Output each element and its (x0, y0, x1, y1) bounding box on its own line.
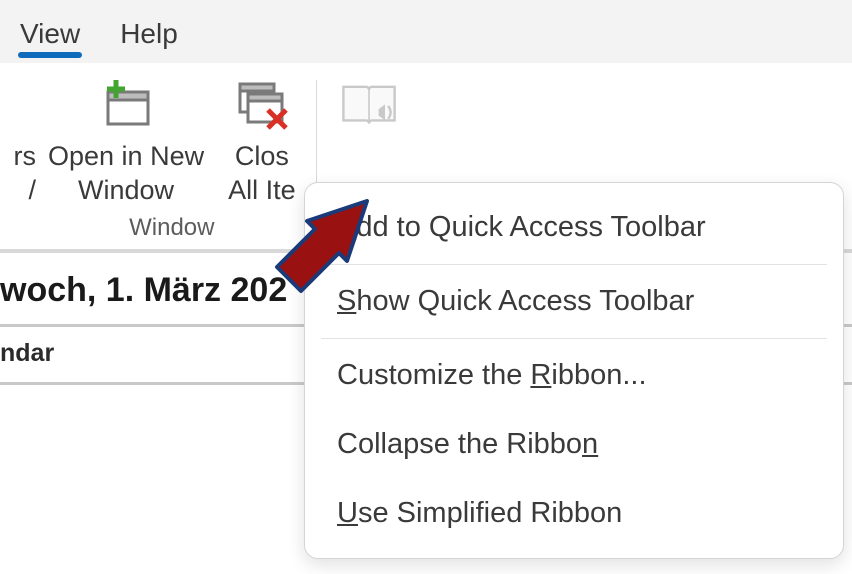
menu-text: how Quick Access Toolbar (356, 285, 694, 317)
menu-add-quick-access[interactable]: Add to Quick Access Toolbar (305, 193, 843, 262)
close-all-items-button[interactable]: Clos All Ite (216, 76, 308, 208)
open-in-new-label-1: Open in New (48, 140, 204, 174)
menu-text-pre: Collapse the Ribbo (337, 428, 582, 460)
ribbon-group-window: Open in New Window Clos All Ite (36, 76, 308, 242)
close-windows-icon (230, 76, 294, 136)
mnemonic: S (337, 285, 356, 317)
menu-text: dd to Quick Access Toolbar (356, 211, 705, 243)
tab-help[interactable]: Help (100, 12, 198, 50)
close-label-2: All Ite (228, 174, 296, 208)
menu-text-pre: Customize the (337, 359, 530, 391)
menu-customize-ribbon[interactable]: Customize the Ribbon... (305, 341, 843, 410)
menu-separator (321, 264, 827, 265)
ribbon-context-menu: Add to Quick Access Toolbar Show Quick A… (304, 182, 844, 559)
open-in-new-window-button[interactable]: Open in New Window (36, 76, 216, 208)
new-window-icon (94, 76, 158, 136)
menu-text: ibbon... (551, 359, 646, 391)
tab-bar: View Help (0, 0, 852, 64)
menu-use-simplified-ribbon[interactable]: Use Simplified Ribbon (305, 479, 843, 548)
menu-text: se Simplified Ribbon (358, 497, 622, 529)
truncated-label-line2: / (28, 174, 36, 208)
mnemonic: R (530, 359, 551, 391)
open-in-new-label-2: Window (78, 174, 174, 208)
menu-show-quick-access[interactable]: Show Quick Access Toolbar (305, 267, 843, 336)
ribbon-truncated-left: rs / (0, 76, 36, 208)
mnemonic: U (337, 497, 358, 529)
tab-view[interactable]: View (0, 12, 100, 50)
ribbon-group-label: Window (129, 214, 214, 242)
mnemonic: A (337, 211, 356, 243)
mnemonic: n (582, 428, 598, 460)
truncated-label-line1: rs (14, 140, 37, 174)
menu-collapse-ribbon[interactable]: Collapse the Ribbon (305, 410, 843, 479)
read-aloud-button[interactable] (325, 76, 413, 140)
menu-separator (321, 338, 827, 339)
read-aloud-icon (337, 76, 401, 136)
close-label-1: Clos (235, 140, 289, 174)
